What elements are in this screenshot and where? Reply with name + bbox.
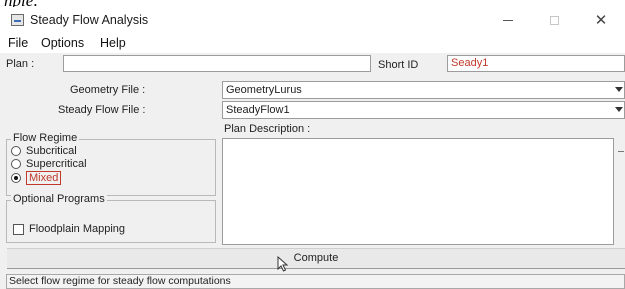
close-icon: ✕ — [594, 12, 608, 29]
maximize-button[interactable] — [531, 7, 577, 33]
radio-button-icon — [11, 159, 21, 169]
maximize-icon — [549, 15, 559, 25]
close-button[interactable]: ✕ — [578, 7, 624, 33]
menu-bar: File Options Help — [0, 33, 625, 53]
supercritical-label: Supercritical — [26, 158, 87, 170]
screenshot-root: nple: Steady Flow Analysis ✕ File Option… — [0, 0, 625, 289]
floodplain-mapping-checkbox[interactable]: Floodplain Mapping — [13, 223, 125, 235]
menu-help[interactable]: Help — [100, 36, 126, 50]
window-title: Steady Flow Analysis — [30, 13, 149, 27]
optional-programs-title: Optional Programs — [11, 193, 107, 205]
short-id-label: Short ID — [378, 59, 419, 71]
mixed-label: Mixed — [26, 171, 62, 185]
minimize-button[interactable] — [485, 7, 531, 33]
geometry-file-value: GeometryLurus — [226, 84, 302, 96]
radio-button-selected-icon — [11, 173, 21, 183]
app-icon — [11, 14, 24, 26]
title-bar[interactable]: Steady Flow Analysis ✕ — [0, 7, 625, 33]
flow-regime-title: Flow Regime — [11, 132, 80, 144]
plan-description-label: Plan Description : — [224, 123, 311, 135]
subcritical-label: Subcritical — [26, 145, 77, 157]
plan-label: Plan : — [6, 58, 35, 70]
optional-programs-group: Optional Programs Floodplain Mapping — [6, 193, 216, 243]
checkbox-icon — [13, 223, 24, 235]
radio-button-icon — [11, 146, 21, 156]
floodplain-mapping-label: Floodplain Mapping — [29, 223, 126, 235]
flow-regime-group: Flow Regime Subcritical Supercritical Mi… — [6, 132, 216, 196]
plan-input[interactable] — [63, 55, 371, 72]
steady-flow-file-label: Steady Flow File : — [58, 104, 146, 116]
mouse-pointer-icon — [277, 256, 289, 272]
steady-flow-file-select[interactable]: SteadyFlow1 — [222, 101, 625, 119]
geometry-file-select[interactable]: GeometryLurus — [222, 81, 625, 99]
chevron-down-icon — [615, 87, 623, 92]
chevron-down-icon — [615, 107, 623, 112]
compute-button[interactable]: Compute — [7, 248, 625, 269]
minimize-icon — [503, 19, 513, 21]
menu-options[interactable]: Options — [41, 36, 84, 50]
short-id-input[interactable]: Seady1 — [447, 55, 625, 72]
menu-file[interactable]: File — [8, 36, 28, 50]
radio-subcritical[interactable]: Subcritical — [11, 145, 77, 157]
steady-flow-file-value: SteadyFlow1 — [226, 104, 290, 116]
steady-flow-window: Steady Flow Analysis ✕ File Options Help… — [0, 7, 625, 289]
status-bar: Select flow regime for steady flow compu… — [6, 274, 625, 289]
scrollbar-mark[interactable] — [618, 151, 624, 152]
plan-description-textarea[interactable] — [222, 138, 614, 245]
geometry-file-label: Geometry File : — [70, 84, 146, 96]
radio-supercritical[interactable]: Supercritical — [11, 158, 87, 170]
radio-mixed[interactable]: Mixed — [11, 171, 62, 185]
